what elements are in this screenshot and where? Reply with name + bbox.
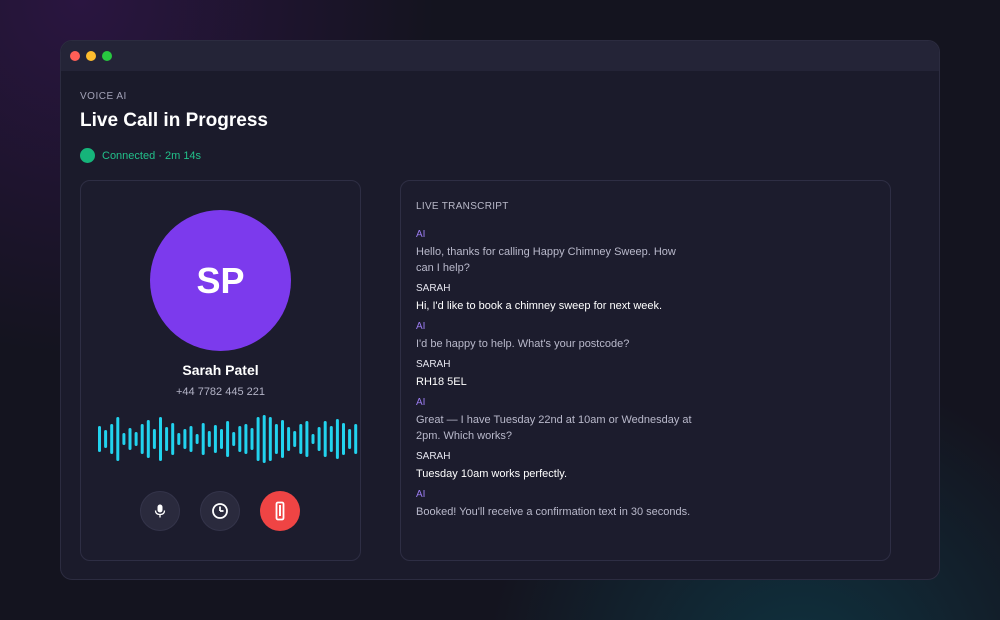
waveform-bar	[360, 433, 361, 445]
waveform-bar	[317, 427, 321, 451]
message-text: Great — I have Tuesday 22nd at 10am or W…	[416, 414, 692, 442]
section-eyebrow: VOICE AI	[80, 91, 127, 102]
message-text: RH18 5EL	[416, 376, 467, 388]
transcript-panel: LIVE TRANSCRIPT AI Hello, thanks for cal…	[400, 180, 891, 561]
transcript-message: AI Great — I have Tuesday 22nd at 10am o…	[416, 396, 696, 444]
waveform-bar	[329, 426, 333, 452]
close-window-button[interactable]	[70, 51, 80, 61]
connection-status-text: Connected · 2m 14s	[102, 149, 202, 162]
waveform-bar	[293, 431, 297, 447]
app-window: VOICE AI Live Call in Progress Connected…	[60, 40, 940, 580]
waveform-bar	[98, 426, 101, 452]
waveform-bar	[201, 423, 205, 455]
waveform-bar	[299, 424, 303, 454]
waveform-bar	[287, 427, 291, 451]
message-speaker: AI	[416, 229, 426, 240]
transcript-messages: AI Hello, thanks for calling Happy Chimn…	[416, 228, 696, 526]
call-view: VOICE AI Live Call in Progress Connected…	[61, 71, 939, 579]
waveform-bar	[335, 419, 339, 459]
message-speaker: AI	[416, 321, 426, 332]
waveform-bar	[281, 420, 284, 458]
waveform-bar	[220, 429, 223, 449]
waveform-bar	[152, 429, 156, 449]
waveform-bar	[244, 424, 248, 454]
waveform-bar	[213, 425, 217, 453]
waveform-bar	[189, 426, 193, 452]
title-bar	[61, 41, 939, 71]
waveform-bar	[159, 417, 162, 461]
avatar: SP	[150, 210, 291, 351]
end-call-icon	[275, 501, 285, 521]
waveform-bar	[354, 424, 358, 454]
waveform-bar	[195, 434, 199, 444]
page-title: Live Call in Progress	[80, 110, 268, 131]
waveform-bar	[232, 432, 236, 446]
audio-waveform	[98, 415, 361, 463]
transcript-message: AI Hello, thanks for calling Happy Chimn…	[416, 228, 696, 276]
message-text: Hello, thanks for calling Happy Chimney …	[416, 246, 676, 274]
waveform-bar	[140, 424, 144, 454]
waveform-bar	[268, 417, 272, 461]
transcript-message: AI Booked! You'll receive a confirmation…	[416, 488, 696, 520]
waveform-bar	[305, 421, 309, 457]
message-speaker: SARAH	[416, 283, 451, 294]
timer-button[interactable]	[200, 491, 240, 531]
message-text: Hi, I'd like to book a chimney sweep for…	[416, 300, 663, 312]
connection-status: Connected · 2m 14s	[80, 148, 201, 163]
waveform-bar	[256, 417, 260, 461]
waveform-bar	[122, 433, 126, 445]
caller-panel: SP Sarah Patel +44 7782 445 221	[80, 180, 361, 561]
microphone-icon	[154, 504, 166, 518]
waveform-bar	[128, 428, 132, 450]
waveform-bar	[165, 427, 169, 451]
message-speaker: SARAH	[416, 359, 451, 370]
message-text: I'd be happy to help. What's your postco…	[416, 338, 630, 350]
end-call-button[interactable]	[260, 491, 300, 531]
waveform-bar	[342, 423, 345, 455]
waveform-bar	[183, 429, 187, 449]
minimize-window-button[interactable]	[86, 51, 96, 61]
clock-icon	[212, 503, 228, 519]
transcript-message: AI I'd be happy to help. What's your pos…	[416, 320, 696, 352]
waveform-bar	[238, 426, 242, 452]
waveform-bar	[146, 420, 150, 458]
waveform-bar	[311, 434, 315, 444]
waveform-bar	[250, 428, 254, 450]
transcript-heading: LIVE TRANSCRIPT	[416, 201, 509, 212]
waveform-bar	[274, 424, 278, 454]
connected-indicator-icon	[80, 148, 95, 163]
message-text: Tuesday 10am works perfectly.	[416, 468, 568, 480]
waveform-bar	[110, 424, 114, 454]
caller-phone: +44 7782 445 221	[175, 386, 265, 398]
maximize-window-button[interactable]	[102, 51, 112, 61]
avatar-initials: SP	[196, 259, 245, 301]
waveform-bar	[226, 421, 230, 457]
waveform-bar	[134, 432, 138, 446]
transcript-message: SARAH RH18 5EL	[416, 358, 696, 390]
transcript-message: SARAH Tuesday 10am works perfectly.	[416, 450, 696, 482]
message-speaker: AI	[416, 489, 426, 500]
waveform-bar	[207, 431, 211, 447]
message-text: Booked! You'll receive a confirmation te…	[416, 506, 691, 518]
message-speaker: SARAH	[416, 451, 451, 462]
waveform-bar	[323, 421, 327, 457]
message-speaker: AI	[416, 397, 426, 408]
waveform-bar	[171, 423, 175, 455]
caller-name: Sarah Patel	[182, 362, 259, 378]
waveform-bar	[116, 417, 120, 461]
mute-button[interactable]	[140, 491, 180, 531]
waveform-bar	[262, 415, 266, 463]
waveform-bar	[348, 429, 352, 449]
waveform-bar	[104, 430, 108, 448]
waveform-bar	[177, 433, 181, 445]
transcript-message: SARAH Hi, I'd like to book a chimney swe…	[416, 282, 696, 314]
